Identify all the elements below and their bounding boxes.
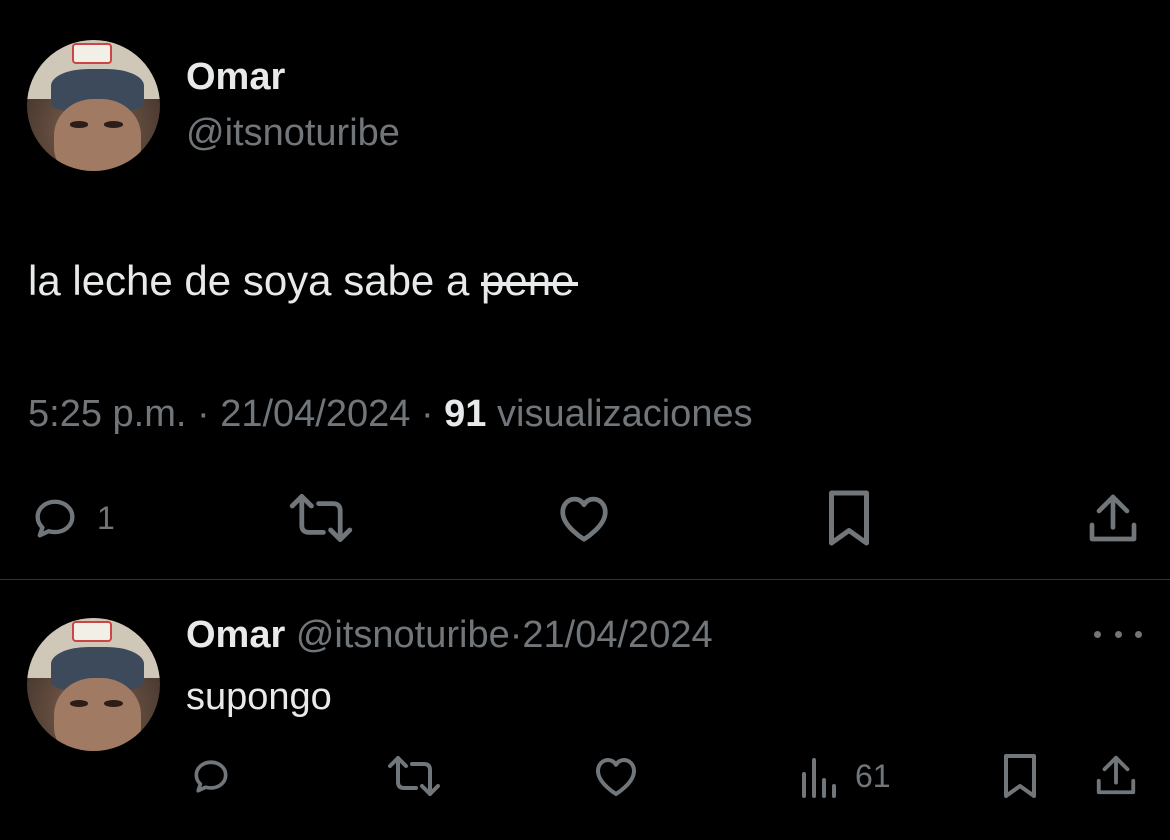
tweet-meta: 5:25 p.m. · 21/04/2024 · 91 visualizacio… bbox=[28, 393, 753, 436]
share-button[interactable] bbox=[1086, 490, 1140, 546]
reply-action-bar: 61 bbox=[0, 752, 1170, 804]
share-icon bbox=[1094, 752, 1138, 798]
reply-analytics-button[interactable]: 61 bbox=[797, 754, 891, 798]
retweet-icon bbox=[386, 756, 442, 796]
reply-reply-button[interactable] bbox=[188, 754, 234, 798]
reply-icon bbox=[188, 754, 234, 798]
tweet-time[interactable]: 5:25 p.m. bbox=[28, 393, 186, 435]
more-button[interactable] bbox=[1094, 622, 1142, 646]
reply-header: Omar @itsnoturibe·21/04/2024 bbox=[186, 614, 713, 657]
bookmark-button[interactable] bbox=[824, 488, 874, 548]
retweet-icon bbox=[287, 494, 355, 542]
more-icon bbox=[1094, 630, 1101, 638]
censored-word: pene bbox=[480, 257, 579, 304]
more-icon bbox=[1114, 630, 1122, 638]
reply-date[interactable]: 21/04/2024 bbox=[522, 614, 712, 656]
reply-share-button[interactable] bbox=[1094, 752, 1138, 798]
main-tweet: Omar @itsnoturibe la leche de soya sabe … bbox=[0, 0, 1170, 580]
reply-retweet-button[interactable] bbox=[386, 756, 442, 796]
meta-separator: · bbox=[410, 393, 445, 435]
divider bbox=[0, 579, 1170, 580]
reply-avatar[interactable] bbox=[27, 618, 160, 751]
avatar[interactable] bbox=[27, 40, 160, 171]
retweet-button[interactable] bbox=[287, 494, 355, 542]
reply-author-name[interactable]: Omar bbox=[186, 614, 285, 656]
heart-icon bbox=[592, 754, 640, 798]
author-handle[interactable]: @itsnoturibe bbox=[186, 112, 400, 155]
like-button[interactable] bbox=[555, 492, 613, 544]
analytics-icon bbox=[797, 754, 839, 798]
bookmark-icon bbox=[1000, 752, 1040, 800]
reply-like-button[interactable] bbox=[592, 754, 640, 798]
tweet-text-body: la leche de soya sabe a bbox=[28, 257, 481, 304]
action-bar: 1 bbox=[0, 486, 1170, 550]
reply-views-count: 61 bbox=[855, 757, 891, 794]
views-label: visualizaciones bbox=[486, 393, 753, 435]
views-count: 91 bbox=[444, 393, 487, 435]
more-icon bbox=[1135, 630, 1142, 638]
reply-count: 1 bbox=[97, 499, 115, 536]
author-display-name[interactable]: Omar bbox=[186, 56, 285, 99]
reply-button[interactable]: 1 bbox=[27, 492, 115, 544]
tweet-text: la leche de soya sabe a pene bbox=[28, 257, 579, 305]
tweet-date[interactable]: 21/04/2024 bbox=[220, 393, 410, 435]
share-icon bbox=[1086, 490, 1140, 546]
tweet-thread: Omar @itsnoturibe la leche de soya sabe … bbox=[0, 0, 1170, 840]
reply-separator: · bbox=[509, 614, 523, 656]
heart-icon bbox=[555, 492, 613, 544]
reply-author-handle[interactable]: @itsnoturibe bbox=[296, 614, 510, 656]
meta-separator: · bbox=[186, 393, 221, 435]
reply-icon bbox=[27, 492, 83, 544]
reply-text: supongo bbox=[186, 676, 332, 718]
reply-bookmark-button[interactable] bbox=[1000, 752, 1040, 800]
bookmark-icon bbox=[824, 488, 874, 548]
